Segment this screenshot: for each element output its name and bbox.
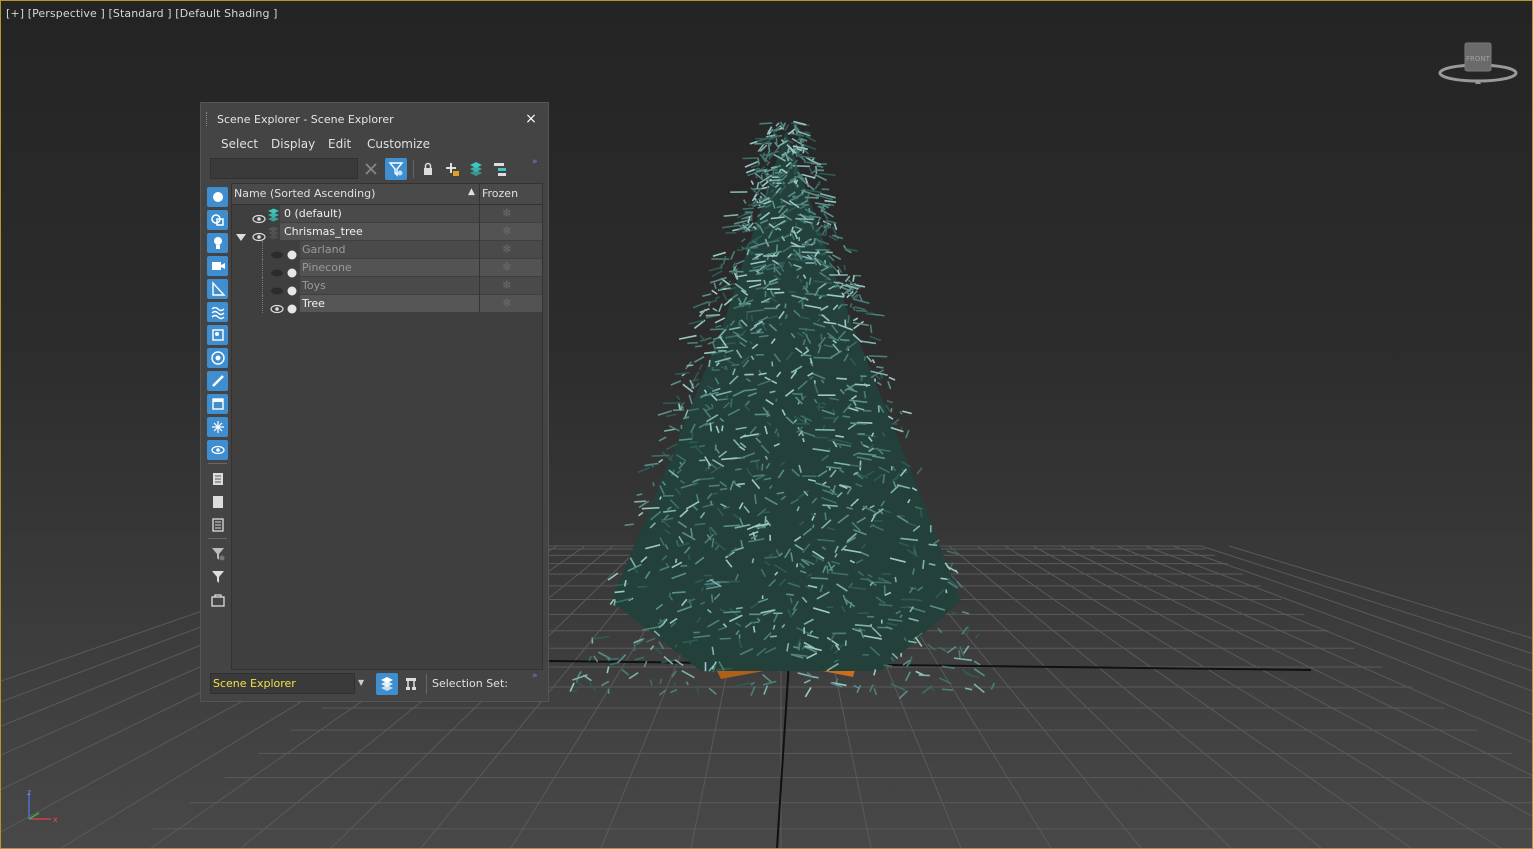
row-name[interactable]: Tree <box>302 297 325 310</box>
expand-toolbar-icon[interactable]: » <box>532 157 538 167</box>
xrefs-filter-icon[interactable] <box>207 348 228 368</box>
lights-filter-icon[interactable] <box>207 233 228 253</box>
column-divider[interactable] <box>479 184 480 204</box>
tree-row[interactable]: 0 (default) ❄ <box>232 205 542 224</box>
sort-by-hierarchy-icon[interactable] <box>400 673 422 695</box>
column-divider <box>479 277 480 295</box>
toolbar-separator <box>208 463 227 464</box>
frozen-filter-icon[interactable] <box>207 417 228 437</box>
tree-row[interactable]: Tree ❄ <box>232 295 542 314</box>
scene-explorer-titlebar[interactable]: Scene Explorer - Scene Explorer × <box>201 103 548 133</box>
column-frozen-header[interactable]: Frozen <box>482 187 518 200</box>
column-divider <box>479 241 480 259</box>
toggle-filter-icon[interactable] <box>207 567 228 587</box>
invert-display-icon[interactable] <box>207 515 228 535</box>
expand-footer-icon[interactable]: » <box>532 671 538 681</box>
explorer-name-dropdown[interactable]: Scene Explorer <box>210 673 355 694</box>
frozen-toggle-icon[interactable]: ❄ <box>502 260 512 274</box>
hierarchy-line <box>262 295 264 313</box>
hierarchy-line <box>262 241 264 259</box>
clear-icon[interactable] <box>360 158 382 180</box>
menu-display[interactable]: Display <box>271 137 315 151</box>
container-filter-icon[interactable] <box>207 590 228 610</box>
explorer-name-value: Scene Explorer <box>213 677 296 690</box>
hierarchy-icon[interactable] <box>489 158 511 180</box>
tree-row[interactable]: Garland ❄ <box>232 241 542 260</box>
bones-filter-icon[interactable] <box>207 371 228 391</box>
row-background <box>300 277 479 294</box>
scene-explorer-toolbar: » <box>201 155 548 183</box>
groups-filter-icon[interactable] <box>207 325 228 345</box>
helpers-filter-icon[interactable] <box>207 279 228 299</box>
geometry-object-icon <box>287 299 297 318</box>
frozen-toggle-icon[interactable]: ❄ <box>502 296 512 310</box>
row-name[interactable]: 0 (default) <box>284 207 342 220</box>
shapes-filter-icon[interactable] <box>207 210 228 230</box>
christmas-tree-model <box>569 120 996 700</box>
hierarchy-line <box>262 277 264 295</box>
add-layer-icon[interactable] <box>441 158 463 180</box>
column-divider <box>479 259 480 277</box>
geometry-filter-icon[interactable] <box>207 187 228 207</box>
svg-text:x: x <box>53 815 58 824</box>
filter-icon[interactable] <box>385 158 407 180</box>
row-name[interactable]: Toys <box>302 279 326 292</box>
space-warps-filter-icon[interactable] <box>207 302 228 322</box>
frozen-toggle-icon[interactable]: ❄ <box>502 206 512 220</box>
tree-row[interactable]: Chrismas_tree ❄ <box>232 223 542 242</box>
frozen-toggle-icon[interactable]: ❄ <box>502 278 512 292</box>
lock-icon[interactable] <box>417 158 439 180</box>
chevron-down-icon[interactable]: ▼ <box>358 678 364 687</box>
panel-title: Scene Explorer - Scene Explorer <box>217 113 394 126</box>
selection-set-label[interactable]: Selection Set: <box>432 677 508 690</box>
sort-by-layer-icon[interactable] <box>376 673 398 695</box>
column-header: Name (Sorted Ascending) ▲ Frozen <box>232 184 542 205</box>
frozen-toggle-icon[interactable]: ❄ <box>502 242 512 256</box>
scene-explorer-footer: Scene Explorer ▼ Selection Set: » <box>201 671 548 701</box>
menu-select[interactable]: Select <box>221 137 258 151</box>
column-divider <box>479 205 480 223</box>
frozen-toggle-icon[interactable]: ❄ <box>502 224 512 238</box>
viewcube-icon[interactable]: FRONT <box>1438 39 1518 87</box>
display-all-icon[interactable] <box>207 469 228 489</box>
hidden-filter-icon[interactable] <box>207 440 228 460</box>
scene-explorer-menubar: Select Display Edit Customize <box>201 133 548 155</box>
menu-edit[interactable]: Edit <box>328 137 351 151</box>
row-background <box>300 295 479 312</box>
svg-text:z: z <box>27 788 31 797</box>
tree-row[interactable]: Pinecone ❄ <box>232 259 542 278</box>
row-name[interactable]: Pinecone <box>302 261 352 274</box>
scene-tree[interactable]: Name (Sorted Ascending) ▲ Frozen 0 (defa… <box>231 183 543 670</box>
containers-filter-icon[interactable] <box>207 394 228 414</box>
layers-icon[interactable] <box>465 158 487 180</box>
sort-ascending-icon: ▲ <box>468 187 475 197</box>
menu-customize[interactable]: Customize <box>367 137 430 151</box>
toolbar-separator <box>208 538 227 539</box>
display-none-icon[interactable] <box>207 492 228 512</box>
perspective-viewport[interactable]: [+] [Perspective ] [Standard ] [Default … <box>0 0 1533 849</box>
cameras-filter-icon[interactable] <box>207 256 228 276</box>
display-filter-toolbar <box>205 185 230 685</box>
column-name-header[interactable]: Name (Sorted Ascending) <box>234 187 375 200</box>
row-name[interactable]: Garland <box>302 243 346 256</box>
scene-explorer-panel[interactable]: Scene Explorer - Scene Explorer × Select… <box>200 102 549 702</box>
toolbar-separator <box>413 160 414 178</box>
footer-separator <box>426 674 427 694</box>
search-input[interactable] <box>210 158 358 179</box>
column-divider <box>479 295 480 313</box>
viewport-label[interactable]: [+] [Perspective ] [Standard ] [Default … <box>6 7 278 20</box>
visibility-eye-icon[interactable] <box>270 299 284 318</box>
close-icon[interactable]: × <box>523 111 539 127</box>
row-name[interactable]: Chrismas_tree <box>284 225 363 238</box>
viewcube-face-label: FRONT <box>1466 55 1491 63</box>
tree-row[interactable]: Toys ❄ <box>232 277 542 296</box>
column-divider <box>479 223 480 241</box>
hierarchy-line <box>262 259 264 277</box>
axis-tripod-icon: z x <box>21 787 61 827</box>
drag-grip-icon[interactable] <box>206 112 210 126</box>
filter-settings-icon[interactable] <box>207 544 228 564</box>
